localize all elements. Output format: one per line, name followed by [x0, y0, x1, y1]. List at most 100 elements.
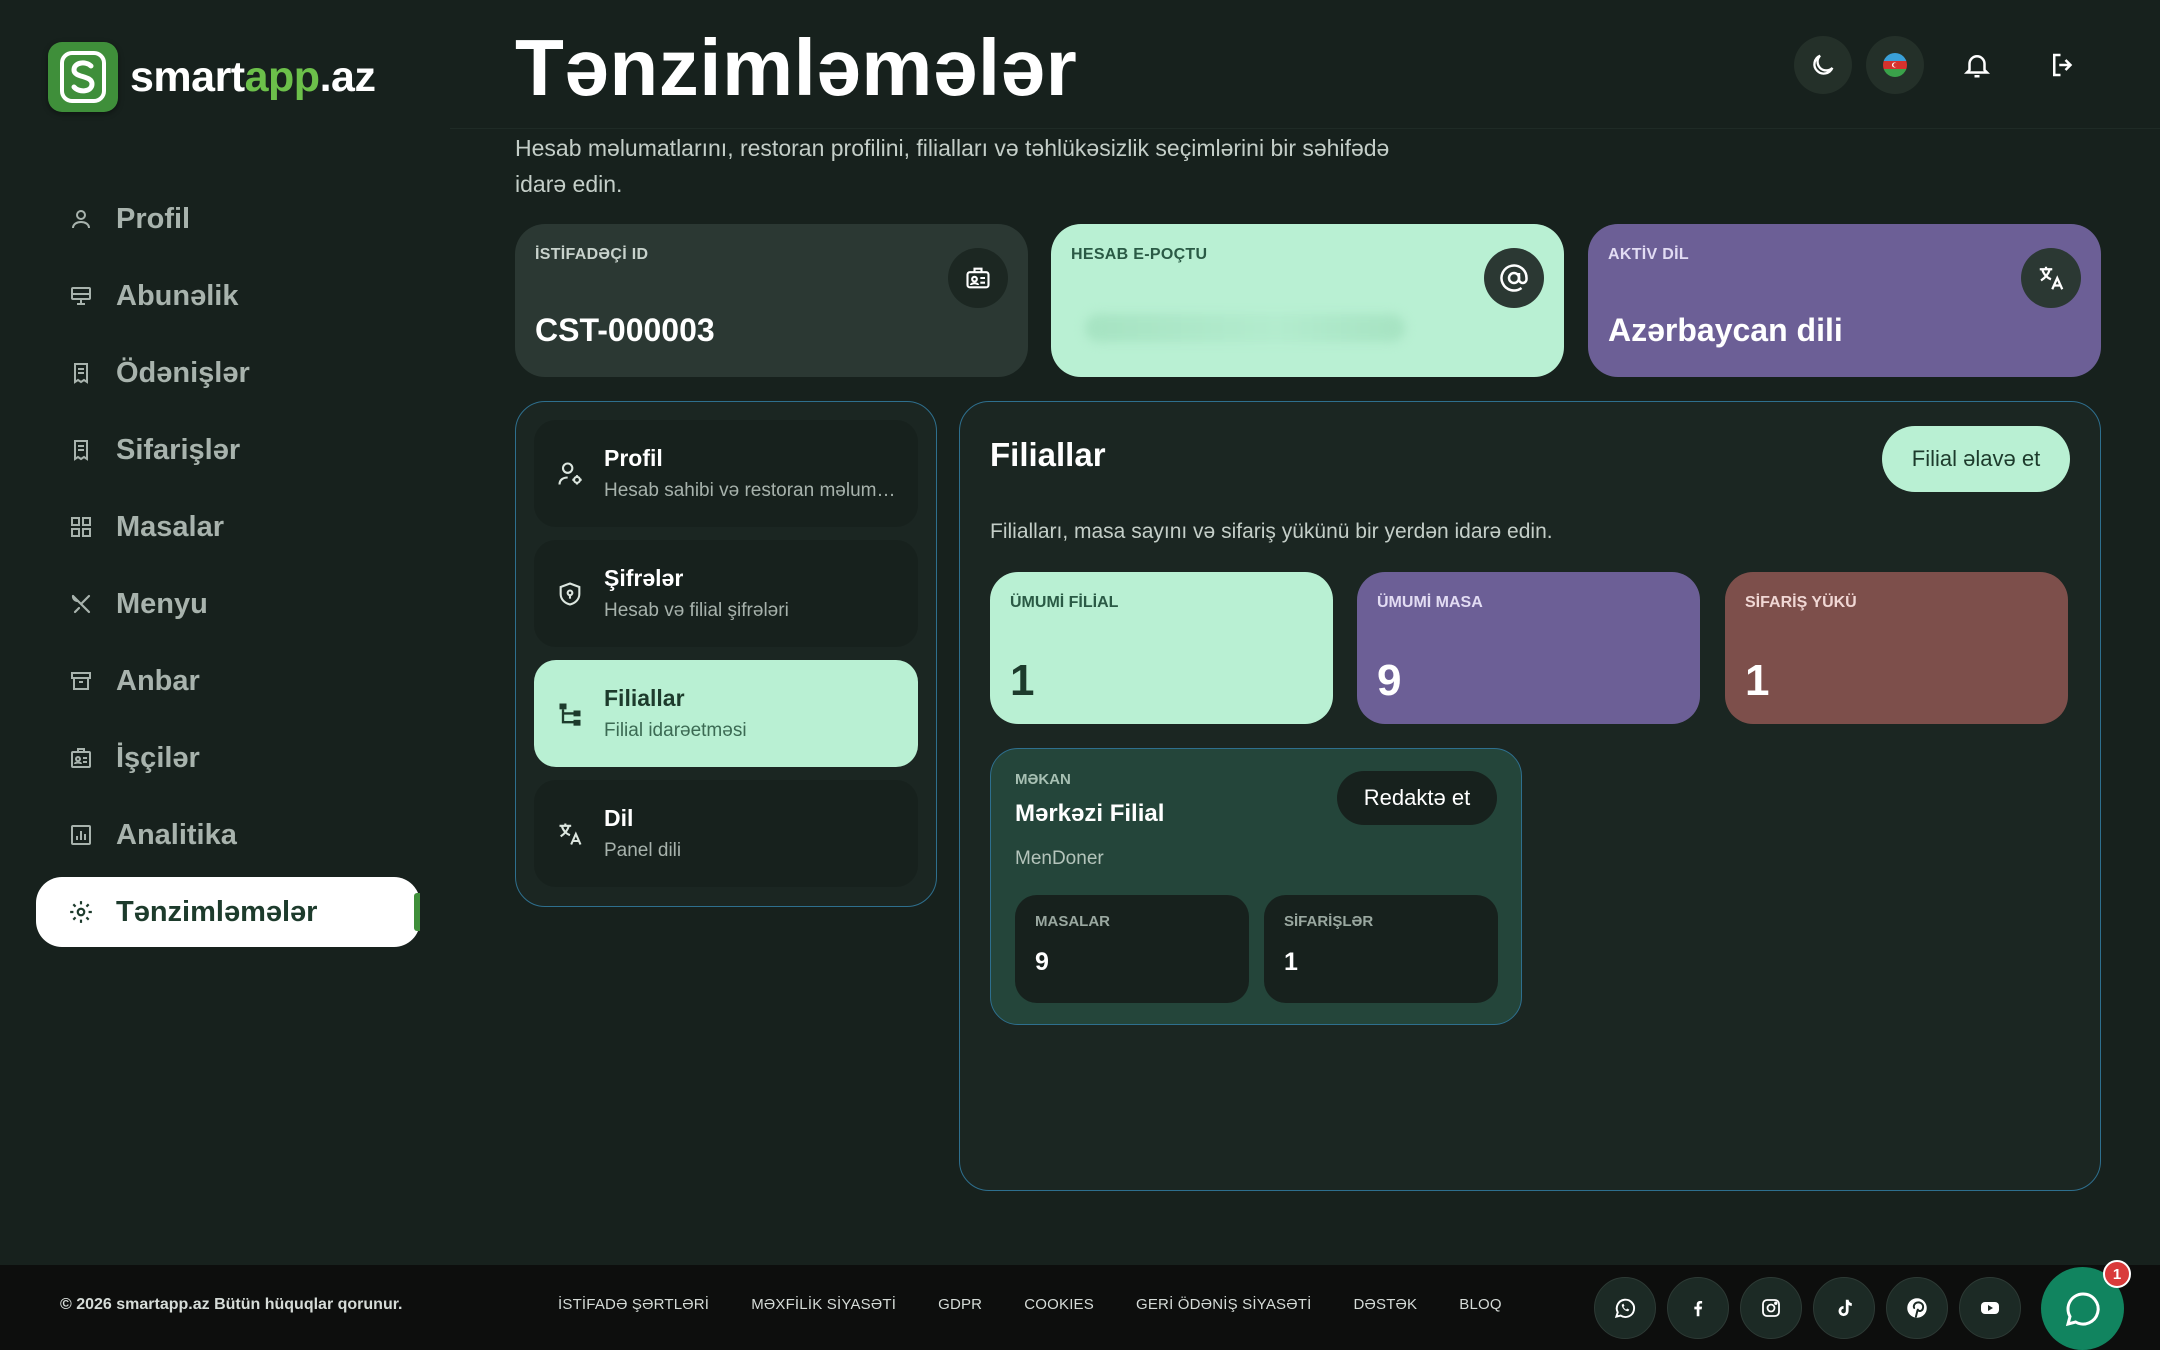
sidebar-item-label: Menyu [116, 587, 208, 620]
grid-icon [66, 512, 96, 542]
branch-tables-caption: MASALAR [1035, 913, 1110, 930]
branch-orders-box: SİFARİŞLƏR 1 [1264, 895, 1498, 1003]
account-email-card: HESAB E-POÇTU [1051, 224, 1564, 377]
sidebar-item-odenisler[interactable]: Ödənişlər [36, 338, 420, 408]
order-load-card: SİFARİŞ YÜKÜ 1 [1725, 572, 2068, 724]
settings-tab-subtitle: Filial idarəetməsi [604, 720, 747, 741]
sidebar-item-label: İşçilər [116, 741, 200, 774]
order-load-value: 1 [1745, 656, 1770, 705]
monitor-icon [66, 281, 96, 311]
instagram-icon[interactable] [1740, 1277, 1802, 1339]
id-badge-icon [66, 743, 96, 773]
branches-description: Filialları, masa sayını və sifariş yükün… [990, 520, 1553, 543]
receipt-icon [66, 435, 96, 465]
sidebar-item-abunelik[interactable]: Abunəlik [36, 261, 420, 331]
branch-restaurant: MenDoner [1015, 848, 1104, 869]
pinterest-icon[interactable] [1886, 1277, 1948, 1339]
user-id-card: İSTİFADƏÇİ ID CST-000003 [515, 224, 1028, 377]
settings-tab-title: Şifrələr [604, 565, 684, 591]
utensils-icon [66, 589, 96, 619]
total-branches-card: ÜMUMİ FİLİAL 1 [990, 572, 1333, 724]
settings-menu: Profil Hesab sahibi və restoran məlumatl… [515, 401, 937, 907]
user-icon [66, 204, 96, 234]
logout-icon [2048, 50, 2078, 80]
language-switch-button[interactable] [1866, 36, 1924, 94]
logout-button[interactable] [2034, 36, 2092, 94]
branch-tables-box: MASALAR 9 [1015, 895, 1249, 1003]
chat-bubble-icon [2063, 1289, 2103, 1329]
settings-tab-title: Dil [604, 805, 634, 831]
logo-s-icon [48, 42, 118, 112]
sidebar-item-isciler[interactable]: İşçilər [36, 723, 420, 793]
footer-link-support[interactable]: DƏSTƏK [1353, 1296, 1417, 1313]
logo[interactable]: smartapp.az [48, 42, 376, 112]
total-tables-caption: ÜMUMİ MASA [1377, 594, 1483, 611]
page-subtitle: Hesab məlumatlarını, restoran profilini,… [515, 135, 1390, 197]
id-card-icon [948, 248, 1008, 308]
branch-card: MƏKAN Mərkəzi Filial MenDoner Redaktə et… [990, 748, 1522, 1025]
sidebar-item-menyu[interactable]: Menyu [36, 569, 420, 639]
add-branch-button[interactable]: Filial əlavə et [1882, 426, 2070, 492]
sidebar-item-label: Profil [116, 202, 191, 235]
settings-tab-profil[interactable]: Profil Hesab sahibi və restoran məlumatl… [534, 420, 918, 527]
footer-link-terms[interactable]: İSTİFADƏ ŞƏRTLƏRİ [558, 1296, 709, 1313]
total-tables-card: ÜMUMİ MASA 9 [1357, 572, 1700, 724]
facebook-icon[interactable] [1667, 1277, 1729, 1339]
translate-icon [2021, 248, 2081, 308]
settings-tab-subtitle: Panel dili [604, 840, 682, 861]
branches-title: Filiallar [990, 436, 1106, 473]
settings-tab-title: Profil [604, 445, 663, 471]
gear-icon [66, 897, 96, 927]
sidebar-item-profil[interactable]: Profil [36, 184, 420, 254]
sidebar-item-label: Sifarişlər [116, 433, 241, 466]
sidebar-item-masalar[interactable]: Masalar [36, 492, 420, 562]
sidebar-item-tenzimlemeler[interactable]: Tənzimləmələr [36, 877, 420, 947]
edit-branch-button[interactable]: Redaktə et [1337, 771, 1497, 825]
settings-tab-sifreler[interactable]: Şifrələr Hesab və filial şifrələri [534, 540, 918, 647]
footer-link-blog[interactable]: BLOQ [1459, 1296, 1501, 1313]
chart-icon [66, 820, 96, 850]
receipt-icon [66, 358, 96, 388]
sidebar: smartapp.az Profil Abunəlik Ödənişlər Si… [0, 0, 450, 1265]
sidebar-item-analitika[interactable]: Analitika [36, 800, 420, 870]
footer-link-refund[interactable]: GERİ ÖDƏNİŞ SİYASƏTİ [1136, 1296, 1312, 1313]
branches-panel: Filiallar Filial əlavə et Filialları, ma… [959, 401, 2101, 1191]
translate-icon [554, 818, 586, 850]
sidebar-item-label: Tənzimləmələr [116, 895, 318, 928]
settings-tab-dil[interactable]: Dil Panel dili [534, 780, 918, 887]
bell-icon [1962, 50, 1992, 80]
footer-links: İSTİFADƏ ŞƏRTLƏRİ MƏXFİLİK SİYASƏTİ GDPR… [558, 1296, 1544, 1313]
header-divider [450, 128, 2160, 129]
sidebar-item-label: Ödənişlər [116, 356, 250, 389]
copyright-text: © 2026 smartapp.az Bütün hüquqlar qorunu… [60, 1296, 403, 1313]
page-title: Tənzimləmələr [515, 23, 1078, 112]
logo-text: smartapp.az [130, 52, 376, 101]
moon-icon [1809, 51, 1837, 79]
footer-link-gdpr[interactable]: GDPR [938, 1296, 982, 1313]
sidebar-item-label: Abunəlik [116, 279, 239, 312]
settings-tab-subtitle: Hesab sahibi və restoran məlumatları [604, 480, 904, 501]
sidebar-item-label: Anbar [116, 664, 200, 697]
user-id-value: CST-000003 [535, 312, 715, 348]
at-icon [1484, 248, 1544, 308]
branches-icon [554, 698, 586, 730]
sidebar-item-anbar[interactable]: Anbar [36, 646, 420, 716]
settings-tab-title: Filiallar [604, 685, 685, 711]
theme-toggle-button[interactable] [1794, 36, 1852, 94]
tiktok-icon[interactable] [1813, 1277, 1875, 1339]
youtube-icon[interactable] [1959, 1277, 2021, 1339]
settings-tab-filiallar[interactable]: Filiallar Filial idarəetməsi [534, 660, 918, 767]
footer-link-cookies[interactable]: COOKIES [1024, 1296, 1094, 1313]
email-caption: HESAB E-POÇTU [1071, 246, 1208, 263]
footer: © 2026 smartapp.az Bütün hüquqlar qorunu… [0, 1265, 2160, 1350]
footer-link-privacy[interactable]: MƏXFİLİK SİYASƏTİ [751, 1296, 896, 1313]
order-load-caption: SİFARİŞ YÜKÜ [1745, 594, 1857, 611]
sidebar-item-label: Masalar [116, 510, 225, 543]
whatsapp-icon[interactable] [1594, 1277, 1656, 1339]
language-caption: AKTİV DİL [1608, 246, 1689, 263]
settings-tab-subtitle: Hesab və filial şifrələri [604, 600, 789, 621]
branch-tables-value: 9 [1035, 948, 1049, 976]
notifications-button[interactable] [1948, 36, 2006, 94]
sidebar-item-sifarisler[interactable]: Sifarişlər [36, 415, 420, 485]
total-tables-value: 9 [1377, 656, 1402, 705]
